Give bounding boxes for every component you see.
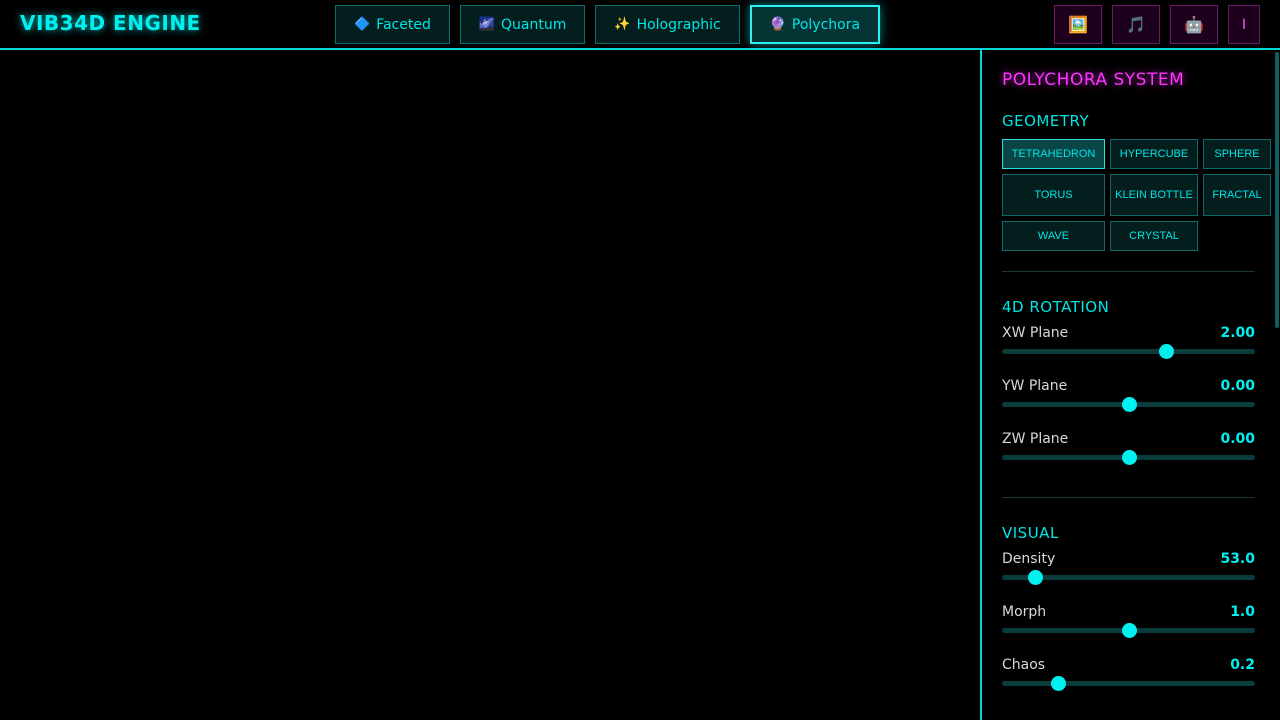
section-divider (1002, 497, 1255, 498)
panel-title: POLYCHORA SYSTEM (1002, 70, 1185, 90)
slider-thumb[interactable] (1121, 623, 1137, 638)
section-divider (1002, 271, 1255, 272)
slider-thumb[interactable] (1121, 397, 1137, 412)
yw-plane-slider[interactable] (1002, 397, 1255, 412)
gallery-icon: 🖼️ (1068, 15, 1088, 34)
geometry-crystal-button[interactable]: CRYSTAL (1110, 221, 1198, 251)
tab-holographic[interactable]: ✨ Holographic (595, 5, 740, 44)
geometry-torus-button[interactable]: TORUS (1002, 174, 1105, 216)
zw-plane-slider[interactable] (1002, 450, 1255, 465)
tab-label: Faceted (376, 16, 431, 33)
slider-label: Density (1002, 551, 1056, 567)
info-button[interactable]: I (1228, 5, 1260, 44)
gallery-button[interactable]: 🖼️ (1054, 5, 1102, 44)
slider-value: 53.0 (1220, 551, 1255, 567)
ai-button[interactable]: 🤖 (1170, 5, 1218, 44)
geometry-hypercube-button[interactable]: HYPERCUBE (1110, 139, 1198, 169)
rotation-section-title: 4D ROTATION (1002, 298, 1110, 316)
yw-plane-slider-row: YW Plane 0.00 (1002, 378, 1255, 431)
tool-buttons: 🖼️ 🎵 🤖 I (1054, 5, 1260, 44)
slider-value: 0.00 (1220, 431, 1255, 447)
tab-faceted[interactable]: 🔷 Faceted (335, 5, 450, 44)
audio-button[interactable]: 🎵 (1112, 5, 1160, 44)
morph-slider-row: Morph 1.0 (1002, 604, 1255, 657)
audio-icon: 🎵 (1126, 15, 1146, 34)
geometry-klein-bottle-button[interactable]: KLEIN BOTTLE (1110, 174, 1198, 216)
geometry-wave-button[interactable]: WAVE (1002, 221, 1105, 251)
sparkles-icon: ✨ (614, 17, 631, 32)
chaos-slider-row: Chaos 0.2 (1002, 657, 1255, 710)
system-tabs: 🔷 Faceted 🌌 Quantum ✨ Holographic 🔮 Poly… (335, 5, 881, 44)
visualization-canvas[interactable] (0, 50, 980, 720)
tab-label: Holographic (636, 16, 721, 33)
slider-label: XW Plane (1002, 325, 1069, 341)
slider-value: 0.2 (1230, 657, 1255, 673)
info-icon: I (1241, 16, 1247, 33)
galaxy-icon: 🌌 (478, 17, 496, 32)
slider-label: ZW Plane (1002, 431, 1069, 447)
diamond-icon: 🔷 (354, 17, 371, 32)
geometry-section-title: GEOMETRY (1002, 112, 1090, 130)
geometry-fractal-button[interactable]: FRACTAL (1203, 174, 1271, 216)
morph-slider[interactable] (1002, 623, 1255, 638)
geometry-sphere-button[interactable]: SPHERE (1203, 139, 1271, 169)
tab-label: Polychora (791, 16, 861, 33)
control-panel: POLYCHORA SYSTEM GEOMETRY TETRAHEDRON HY… (980, 50, 1280, 720)
density-slider-row: Density 53.0 (1002, 551, 1255, 604)
xw-plane-slider-row: XW Plane 2.00 (1002, 325, 1255, 378)
chaos-slider[interactable] (1002, 676, 1255, 691)
geometry-tetrahedron-button[interactable]: TETRAHEDRON (1002, 139, 1105, 169)
slider-label: Morph (1002, 604, 1047, 620)
top-bar: VIB34D ENGINE 🔷 Faceted 🌌 Quantum ✨ Holo… (0, 0, 1280, 50)
tab-label: Quantum (501, 16, 567, 33)
crystal-ball-icon: 🔮 (769, 17, 786, 32)
visual-section-title: VISUAL (1002, 524, 1059, 542)
slider-thumb[interactable] (1027, 570, 1043, 585)
slider-value: 2.00 (1220, 325, 1255, 341)
slider-thumb[interactable] (1121, 450, 1137, 465)
tab-polychora[interactable]: 🔮 Polychora (749, 5, 881, 44)
geometry-grid: TETRAHEDRON HYPERCUBE SPHERE TORUS KLEIN… (1002, 139, 1272, 251)
xw-plane-slider[interactable] (1002, 344, 1255, 359)
robot-icon: 🤖 (1184, 15, 1204, 34)
slider-value: 1.0 (1230, 604, 1255, 620)
density-slider[interactable] (1002, 570, 1255, 585)
slider-thumb[interactable] (1159, 344, 1175, 359)
panel-scrollbar[interactable] (1275, 52, 1279, 328)
slider-thumb[interactable] (1050, 676, 1066, 691)
app-logo: VIB34D ENGINE (20, 11, 201, 35)
slider-label: YW Plane (1002, 378, 1068, 394)
slider-value: 0.00 (1220, 378, 1255, 394)
tab-quantum[interactable]: 🌌 Quantum (459, 5, 586, 44)
slider-label: Chaos (1002, 657, 1046, 673)
zw-plane-slider-row: ZW Plane 0.00 (1002, 431, 1255, 484)
